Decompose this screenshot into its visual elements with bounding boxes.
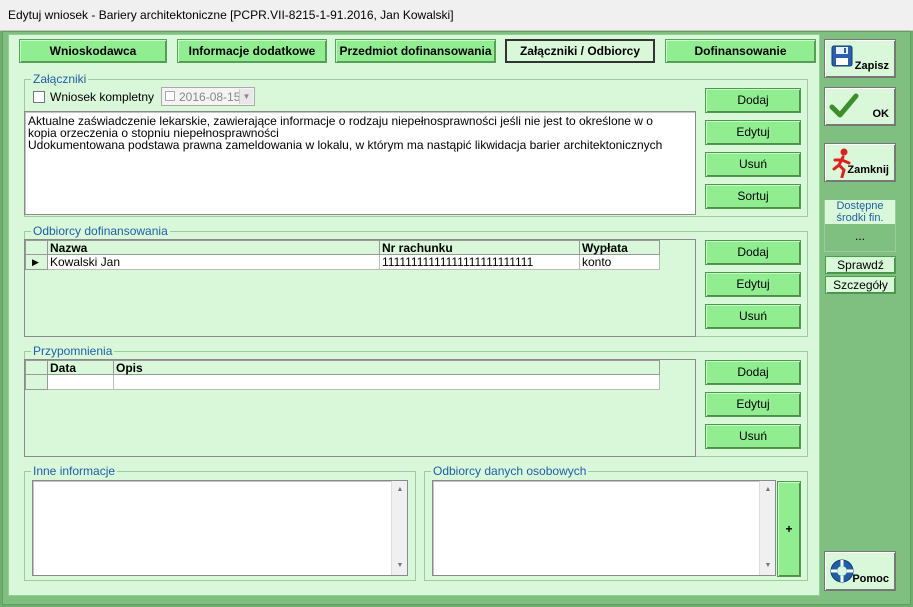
- row-pointer-icon: ▶: [32, 257, 39, 267]
- table-row[interactable]: ▶ Kowalski Jan 1111111111111111111111111…: [25, 254, 660, 270]
- window-title: Edytuj wniosek - Bariery architektoniczn…: [8, 8, 454, 22]
- title-bar: Edytuj wniosek - Bariery architektoniczn…: [0, 0, 913, 31]
- data-recipients-textarea[interactable]: ▲ ▼: [432, 480, 776, 576]
- table-row[interactable]: [25, 374, 660, 390]
- attachment-line: Udokumentowana podstawa prawna zameldowa…: [28, 138, 663, 152]
- tab-wnioskodawca[interactable]: Wnioskodawca: [19, 39, 167, 63]
- tab-zalaczniki-odbiorcy[interactable]: Załączniki / Odbiorcy: [505, 39, 655, 63]
- help-label: Pomoc: [852, 573, 889, 585]
- other-info-label: Inne informacje: [31, 464, 118, 478]
- cell-data[interactable]: [47, 374, 114, 390]
- attachments-list[interactable]: Aktualne zaświadczenie lekarskie, zawier…: [24, 111, 696, 215]
- chevron-down-icon[interactable]: ▼: [239, 89, 253, 104]
- data-recipients-add-button[interactable]: +: [777, 481, 801, 577]
- attachments-delete-button[interactable]: Usuń: [705, 152, 801, 177]
- reminders-edit-button[interactable]: Edytuj: [705, 392, 801, 417]
- data-recipients-label: Odbiorcy danych osobowych: [431, 464, 589, 478]
- attachments-edit-button[interactable]: Edytuj: [705, 120, 801, 145]
- recipients-edit-button[interactable]: Edytuj: [705, 272, 801, 297]
- cell-account[interactable]: 11111111111111111111111111: [379, 254, 580, 270]
- attachments-add-button[interactable]: Dodaj: [705, 88, 801, 113]
- funds-label-line2: środki fin.: [836, 212, 884, 224]
- checkmark-icon: [829, 93, 859, 118]
- date-picker[interactable]: 2016-08-15 ▼: [161, 87, 255, 106]
- attachments-label: Załączniki: [31, 72, 89, 86]
- scroll-up-icon[interactable]: ▲: [392, 483, 407, 497]
- reminders-label: Przypomnienia: [31, 344, 115, 358]
- tab-przedmiot-dofinansowania[interactable]: Przedmiot dofinansowania: [335, 39, 496, 63]
- complete-checkbox[interactable]: [33, 91, 45, 103]
- close-label: Zamknij: [847, 164, 889, 176]
- ok-label: OK: [872, 108, 890, 120]
- other-info-textarea[interactable]: ▲ ▼: [32, 480, 408, 576]
- column-header-nazwa[interactable]: Nazwa: [47, 240, 380, 255]
- column-header-opis[interactable]: Opis: [113, 360, 660, 375]
- cell-name[interactable]: Kowalski Jan: [47, 254, 380, 270]
- funds-label: Dostępne środki fin.: [825, 200, 895, 224]
- cell-opis[interactable]: [113, 374, 660, 390]
- date-value: 2016-08-15: [179, 90, 241, 104]
- scroll-down-icon[interactable]: ▼: [392, 559, 407, 573]
- attachments-sort-button[interactable]: Sortuj: [705, 184, 801, 209]
- date-checkbox[interactable]: [165, 91, 175, 101]
- cell-payout[interactable]: konto: [579, 254, 660, 270]
- floppy-disk-icon: [831, 45, 853, 67]
- ok-button[interactable]: OK: [824, 87, 896, 126]
- save-label: Zapisz: [854, 60, 889, 72]
- lifebuoy-icon: [830, 559, 854, 583]
- reminders-delete-button[interactable]: Usuń: [705, 424, 801, 449]
- check-button[interactable]: Sprawdź: [825, 256, 896, 274]
- recipients-delete-button[interactable]: Usuń: [705, 304, 801, 329]
- scrollbar[interactable]: ▲ ▼: [759, 481, 775, 575]
- column-header-wyplata[interactable]: Wypłata: [579, 240, 660, 255]
- funds-label-line1: Dostępne: [836, 200, 884, 212]
- recipients-label: Odbiorcy dofinansowania: [31, 224, 170, 238]
- recipients-add-button[interactable]: Dodaj: [705, 240, 801, 265]
- details-button[interactable]: Szczegóły: [825, 276, 896, 294]
- recipients-grid[interactable]: Nazwa Nr rachunku Wypłata ▶ Kowalski Jan…: [24, 239, 696, 337]
- grid-corner: [25, 360, 48, 375]
- reminders-grid[interactable]: Data Opis: [24, 359, 696, 457]
- reminders-add-button[interactable]: Dodaj: [705, 360, 801, 385]
- row-indicator: [25, 374, 48, 390]
- close-button[interactable]: Zamknij: [824, 143, 896, 182]
- funds-box: Dostępne środki fin. ...: [824, 200, 896, 252]
- column-header-data[interactable]: Data: [47, 360, 114, 375]
- scrollbar[interactable]: ▲ ▼: [391, 481, 407, 575]
- grid-corner: [25, 240, 48, 255]
- scroll-up-icon[interactable]: ▲: [760, 483, 775, 497]
- tab-informacje-dodatkowe[interactable]: Informacje dodatkowe: [177, 39, 327, 63]
- row-indicator: ▶: [25, 254, 48, 270]
- save-button[interactable]: Zapisz: [824, 39, 896, 78]
- funds-value: ...: [854, 229, 865, 243]
- help-button[interactable]: Pomoc: [824, 551, 896, 591]
- column-header-nr-rachunku[interactable]: Nr rachunku: [379, 240, 580, 255]
- scroll-down-icon[interactable]: ▼: [760, 559, 775, 573]
- tab-dofinansowanie[interactable]: Dofinansowanie: [665, 39, 816, 63]
- complete-label: Wniosek kompletny: [50, 90, 155, 104]
